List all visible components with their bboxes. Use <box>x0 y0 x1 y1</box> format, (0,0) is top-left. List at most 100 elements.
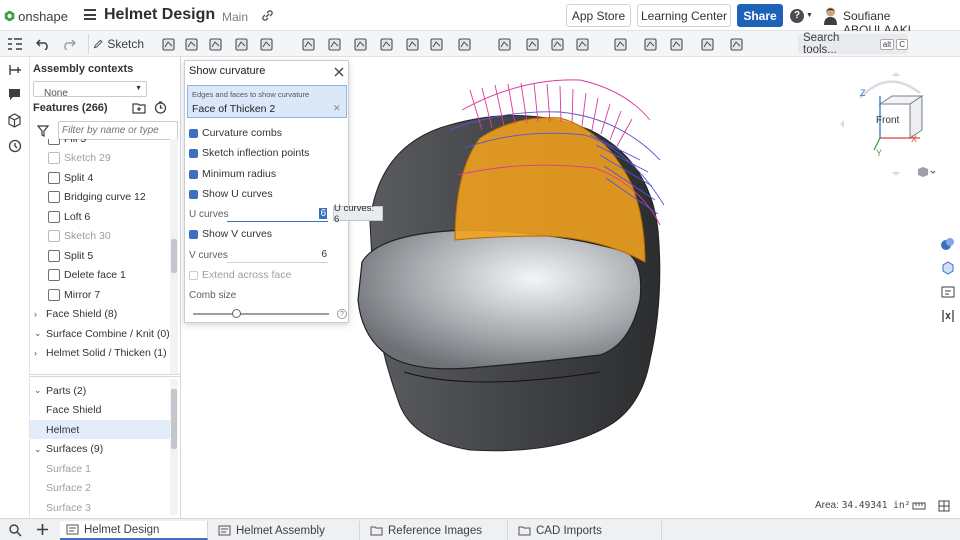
link-icon[interactable] <box>261 9 274 22</box>
shell-tool[interactable] <box>378 34 395 54</box>
add-tab-icon[interactable] <box>36 523 49 536</box>
surface-tool[interactable] <box>612 34 629 54</box>
measure-icon[interactable] <box>912 500 926 512</box>
boolean-icon <box>498 37 511 51</box>
extend-across-face-checkbox[interactable]: Extend across face <box>189 269 291 281</box>
selection-box[interactable]: Edges and faces to show curvature Face o… <box>187 85 347 118</box>
mirror-tool-tool[interactable] <box>456 34 473 54</box>
selection-value[interactable]: Face of Thicken 2 <box>192 103 275 115</box>
feature-list-item[interactable]: Loft 6 <box>48 207 90 226</box>
close-icon[interactable] <box>334 67 344 77</box>
feature-list-item[interactable]: Delete face 1 <box>48 266 126 285</box>
sketch-inflection-label: Sketch inflection points <box>202 147 310 159</box>
comb-size-slider-thumb[interactable] <box>232 309 242 318</box>
delete-part-tool[interactable] <box>574 34 591 54</box>
hole-tool[interactable] <box>404 34 421 54</box>
surface-list-item[interactable]: Surface 1 <box>46 459 91 478</box>
sketch-button[interactable]: Sketch <box>88 34 144 54</box>
rollback-timer-icon[interactable] <box>154 101 167 114</box>
document-title[interactable]: Helmet Design <box>104 6 215 24</box>
u-curves-input[interactable]: 6 <box>227 207 328 222</box>
part-list-item[interactable]: Face Shield <box>30 401 170 420</box>
pattern-tool[interactable] <box>428 34 445 54</box>
plane-tool-icon <box>644 37 657 51</box>
help-icon[interactable]: ? <box>337 309 347 319</box>
plane-tool-tool[interactable] <box>642 34 659 54</box>
surface-list-item[interactable]: Surface 2 <box>46 479 91 498</box>
appearance-icon[interactable] <box>940 236 956 252</box>
feature-list-item[interactable]: Split 4 <box>48 168 93 187</box>
document-tab[interactable]: Helmet Assembly <box>212 521 360 540</box>
comment-icon[interactable] <box>7 87 22 101</box>
feature-list-item[interactable]: Sketch 29 <box>48 149 111 168</box>
document-tab[interactable]: CAD Imports <box>512 521 662 540</box>
top-bar: onshape Helmet Design Main App Store Lea… <box>0 0 960 37</box>
variables-icon[interactable] <box>940 308 956 324</box>
split-tool-tool[interactable] <box>524 34 541 54</box>
boolean-tool[interactable] <box>496 34 513 54</box>
plane-tool[interactable] <box>160 34 177 54</box>
feature-list-item[interactable]: Sketch 30 <box>48 227 111 246</box>
app-store-button[interactable]: App Store <box>566 4 631 27</box>
undo-button[interactable] <box>34 34 52 54</box>
view-options-icon[interactable] <box>918 166 936 178</box>
add-feature-icon[interactable] <box>8 63 22 77</box>
learning-center-button[interactable]: Learning Center <box>637 4 731 27</box>
filter-icon[interactable] <box>37 125 49 137</box>
redo-button[interactable] <box>60 34 78 54</box>
curvature-combs-checkbox[interactable]: Curvature combs <box>189 127 282 139</box>
measure-tool-tool[interactable] <box>728 34 745 54</box>
branch-name[interactable]: Main <box>222 10 248 24</box>
hamburger-menu-icon[interactable] <box>84 9 96 20</box>
parts-list-scrollbar[interactable] <box>170 379 178 515</box>
draft-tool[interactable] <box>352 34 369 54</box>
search-tabs-icon[interactable] <box>8 523 22 537</box>
feature-list-toggle[interactable] <box>5 34 25 54</box>
feature-list-item[interactable]: Fill 5 <box>48 139 86 148</box>
sweep-tool[interactable] <box>207 34 224 54</box>
feature-list-item[interactable]: Mirror 7 <box>48 285 100 304</box>
onshape-logo[interactable]: onshape <box>4 7 68 25</box>
remove-selection-icon[interactable]: ✕ <box>333 103 341 114</box>
feature-folder[interactable]: › Helmet Solid / Thicken (1) <box>34 344 167 363</box>
show-v-curves-checkbox[interactable]: Show V curves <box>189 228 272 240</box>
minimum-radius-checkbox[interactable]: Minimum radius <box>189 168 276 180</box>
section-view-icon[interactable] <box>940 260 956 276</box>
units-icon[interactable] <box>938 500 950 512</box>
surfaces-section-header[interactable]: ⌄ Surfaces (9) <box>34 440 103 459</box>
named-views-icon[interactable] <box>940 284 956 300</box>
filter-input[interactable] <box>58 121 178 140</box>
help-button[interactable]: ? ▼ <box>790 8 814 23</box>
thicken-tool[interactable] <box>258 34 275 54</box>
surface-list-item[interactable]: Surface 3 <box>46 498 91 517</box>
transform-tool[interactable] <box>549 34 566 54</box>
view-cube[interactable]: Front Z X Y <box>840 68 936 178</box>
document-tab[interactable]: Helmet Design <box>60 521 208 540</box>
search-tools[interactable]: Search tools... alt C <box>798 32 908 56</box>
show-u-curves-checkbox[interactable]: Show U curves <box>189 188 273 200</box>
parts-cube-icon[interactable] <box>7 113 22 128</box>
share-button[interactable]: Share <box>737 4 783 27</box>
feature-list-item[interactable]: Split 5 <box>48 246 93 265</box>
v-curves-input[interactable]: 6 <box>227 248 328 263</box>
contexts-select[interactable]: None ▼ <box>33 81 147 97</box>
chamfer-tool[interactable] <box>326 34 343 54</box>
helmet-visor-opening[interactable] <box>357 229 642 370</box>
mate-connector-tool[interactable] <box>668 34 685 54</box>
loft-tool-tool[interactable] <box>233 34 250 54</box>
sketch-region-tool[interactable] <box>183 34 200 54</box>
fillet-tool[interactable] <box>300 34 317 54</box>
sheet-metal-tool[interactable] <box>699 34 716 54</box>
feature-list-scrollbar[interactable] <box>170 139 178 375</box>
feature-folder[interactable]: ⌄ Surface Combine / Knit (0) <box>34 324 170 343</box>
add-folder-icon[interactable] <box>132 101 146 114</box>
avatar[interactable] <box>822 6 839 25</box>
comb-size-slider[interactable] <box>193 309 329 318</box>
part-list-item[interactable]: Helmet <box>30 420 170 439</box>
document-tab[interactable]: Reference Images <box>364 521 508 540</box>
sketch-inflection-checkbox[interactable]: Sketch inflection points <box>189 147 309 159</box>
feature-list-item[interactable]: Bridging curve 12 <box>48 188 146 207</box>
parts-section-header[interactable]: ⌄ Parts (2) <box>34 381 86 400</box>
feature-folder[interactable]: › Face Shield (8) <box>34 305 117 324</box>
history-icon[interactable] <box>8 139 22 153</box>
